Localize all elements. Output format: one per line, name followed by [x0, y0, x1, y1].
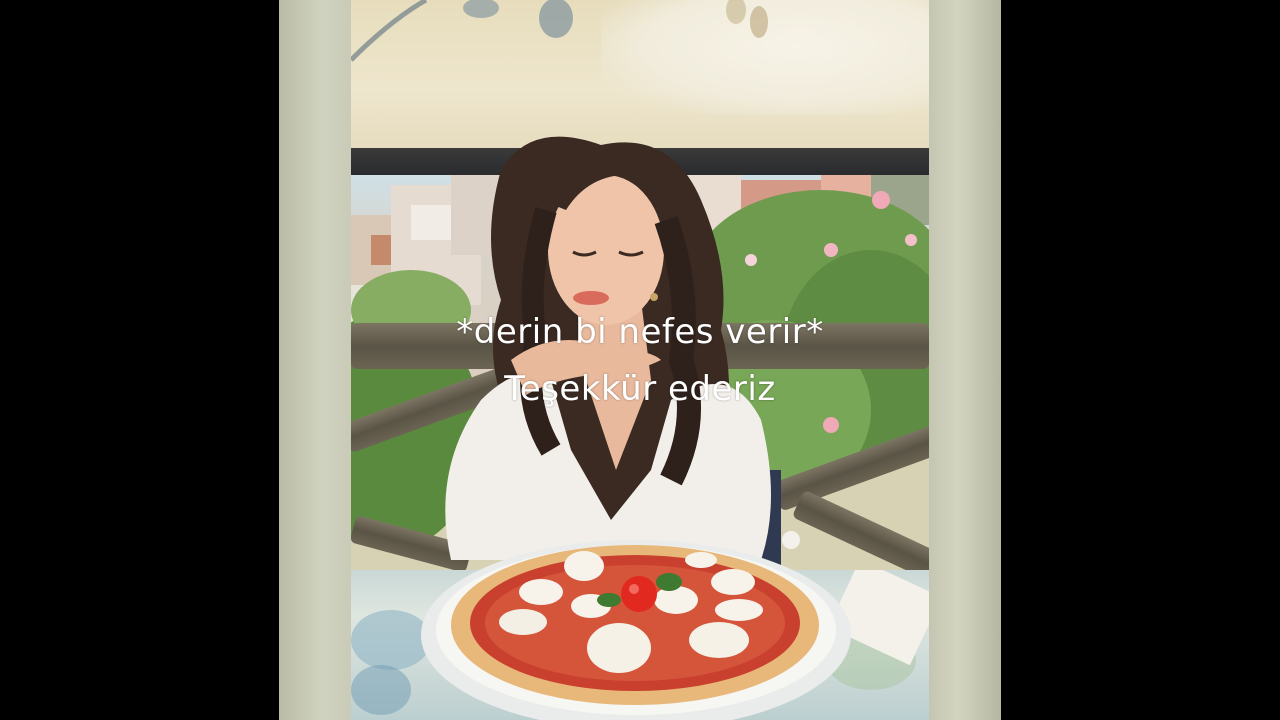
photo [351, 0, 929, 720]
pizza [421, 540, 851, 720]
caption-line-2: Teşekkür ederiz [504, 369, 776, 409]
caption-line-1: *derin bi nefes verir* [456, 312, 824, 352]
